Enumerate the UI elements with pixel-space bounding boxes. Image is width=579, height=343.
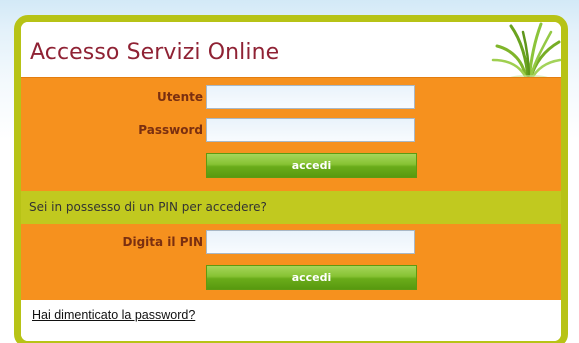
panel-footer: Hai dimenticato la password? xyxy=(21,300,561,341)
login-panel: Accesso Servizi Online Utente Password a… xyxy=(14,15,568,343)
pin-input[interactable] xyxy=(206,230,415,254)
login-form: Utente Password accedi xyxy=(21,77,561,191)
username-label: Utente xyxy=(156,90,203,104)
page-title: Accesso Servizi Online xyxy=(30,40,280,65)
pin-notice-text: Sei in possesso di un PIN per accedere? xyxy=(29,200,267,214)
pin-submit-button[interactable]: accedi xyxy=(206,265,417,290)
login-submit-button[interactable]: accedi xyxy=(206,153,417,178)
password-label: Password xyxy=(138,123,203,137)
grass-icon xyxy=(491,22,561,80)
pin-label: Digita il PIN xyxy=(122,235,204,249)
panel-header: Accesso Servizi Online xyxy=(21,22,561,80)
forgot-password-link[interactable]: Hai dimenticato la password? xyxy=(32,308,195,322)
pin-form: Digita il PIN accedi xyxy=(21,224,561,300)
password-input[interactable] xyxy=(206,118,415,142)
pin-notice-bar: Sei in possesso di un PIN per accedere? xyxy=(21,191,561,224)
username-input[interactable] xyxy=(206,85,415,109)
